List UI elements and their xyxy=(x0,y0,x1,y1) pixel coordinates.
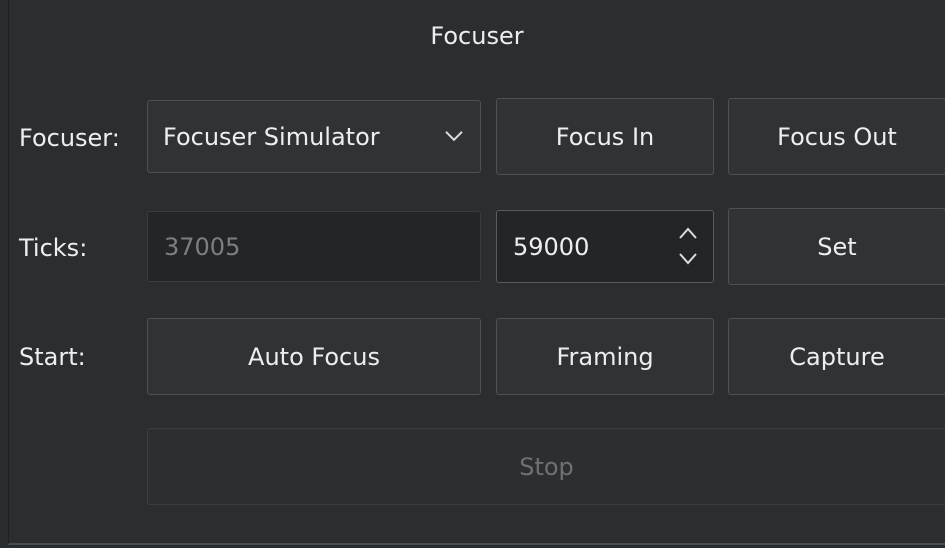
stop-button[interactable]: Stop xyxy=(147,428,945,505)
target-ticks-value: 59000 xyxy=(513,232,590,261)
chevron-down-icon xyxy=(445,130,463,141)
focuser-device-combobox[interactable]: Focuser Simulator xyxy=(147,100,481,173)
capture-button[interactable]: Capture xyxy=(728,318,945,395)
focus-in-button[interactable]: Focus In xyxy=(496,98,714,175)
panel-title: Focuser xyxy=(430,22,524,50)
start-label: Start: xyxy=(19,343,86,371)
set-ticks-button[interactable]: Set xyxy=(728,208,945,285)
focus-out-button[interactable]: Focus Out xyxy=(728,98,945,175)
target-ticks-spinbox[interactable]: 59000 xyxy=(496,210,714,283)
spin-updown-icon[interactable] xyxy=(677,223,699,269)
framing-button[interactable]: Framing xyxy=(496,318,714,395)
auto-focus-button[interactable]: Auto Focus xyxy=(147,318,481,395)
current-ticks-field: 37005 xyxy=(147,211,481,282)
ticks-label: Ticks: xyxy=(19,234,88,262)
focuser-label: Focuser: xyxy=(19,124,120,152)
focuser-device-value: Focuser Simulator xyxy=(163,122,380,151)
focuser-panel: Focuser Focuser: Focuser Simulator Focus… xyxy=(8,0,945,545)
